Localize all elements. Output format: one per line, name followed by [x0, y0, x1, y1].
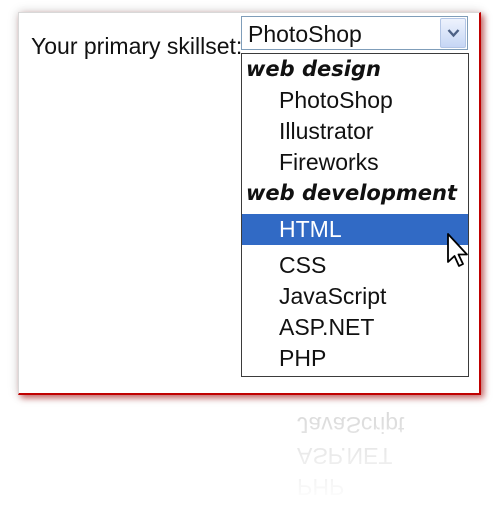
- reflection-text: PHP: [297, 474, 345, 500]
- option-aspnet[interactable]: ASP.NET: [242, 312, 468, 343]
- option-fireworks[interactable]: Fireworks: [242, 147, 468, 178]
- option-label: CSS: [279, 252, 327, 278]
- option-illustrator[interactable]: Illustrator: [242, 116, 468, 147]
- option-label: Illustrator: [279, 118, 374, 144]
- option-css[interactable]: CSS: [242, 250, 468, 281]
- reflection-text: JavaScript: [297, 412, 405, 438]
- reflection-text: ASP.NET: [297, 443, 393, 469]
- option-html[interactable]: HTML: [242, 214, 468, 245]
- chevron-down-icon: [447, 29, 460, 38]
- option-label: JavaScript: [279, 283, 387, 309]
- option-label: PhotoShop: [279, 87, 393, 113]
- optgroup-label: web design: [246, 57, 381, 81]
- dropdown-button[interactable]: [440, 18, 466, 48]
- dropdown-listbox[interactable]: web design PhotoShop Illustrator Firewor…: [241, 53, 469, 377]
- option-javascript[interactable]: JavaScript: [242, 281, 468, 312]
- optgroup-web-design: web design: [242, 54, 468, 85]
- option-label: ASP.NET: [279, 314, 375, 340]
- optgroup-label: web development: [246, 181, 457, 205]
- list-reflection: PHP ASP.NET JavaScript: [262, 396, 482, 506]
- select-current-value: PhotoShop: [248, 21, 362, 47]
- option-label: PHP: [279, 345, 327, 371]
- option-label: HTML: [279, 216, 342, 242]
- screenshot-stage: Your primary skillset: PhotoShop web des…: [0, 0, 495, 507]
- option-php[interactable]: PHP: [242, 343, 468, 374]
- mouse-pointer-icon: [447, 233, 468, 267]
- skillset-label: Your primary skillset:: [31, 33, 243, 59]
- option-photoshop[interactable]: PhotoShop: [242, 85, 468, 116]
- skillset-select[interactable]: PhotoShop: [241, 16, 468, 50]
- option-label: Fireworks: [279, 149, 379, 175]
- optgroup-web-development: web development: [242, 178, 468, 209]
